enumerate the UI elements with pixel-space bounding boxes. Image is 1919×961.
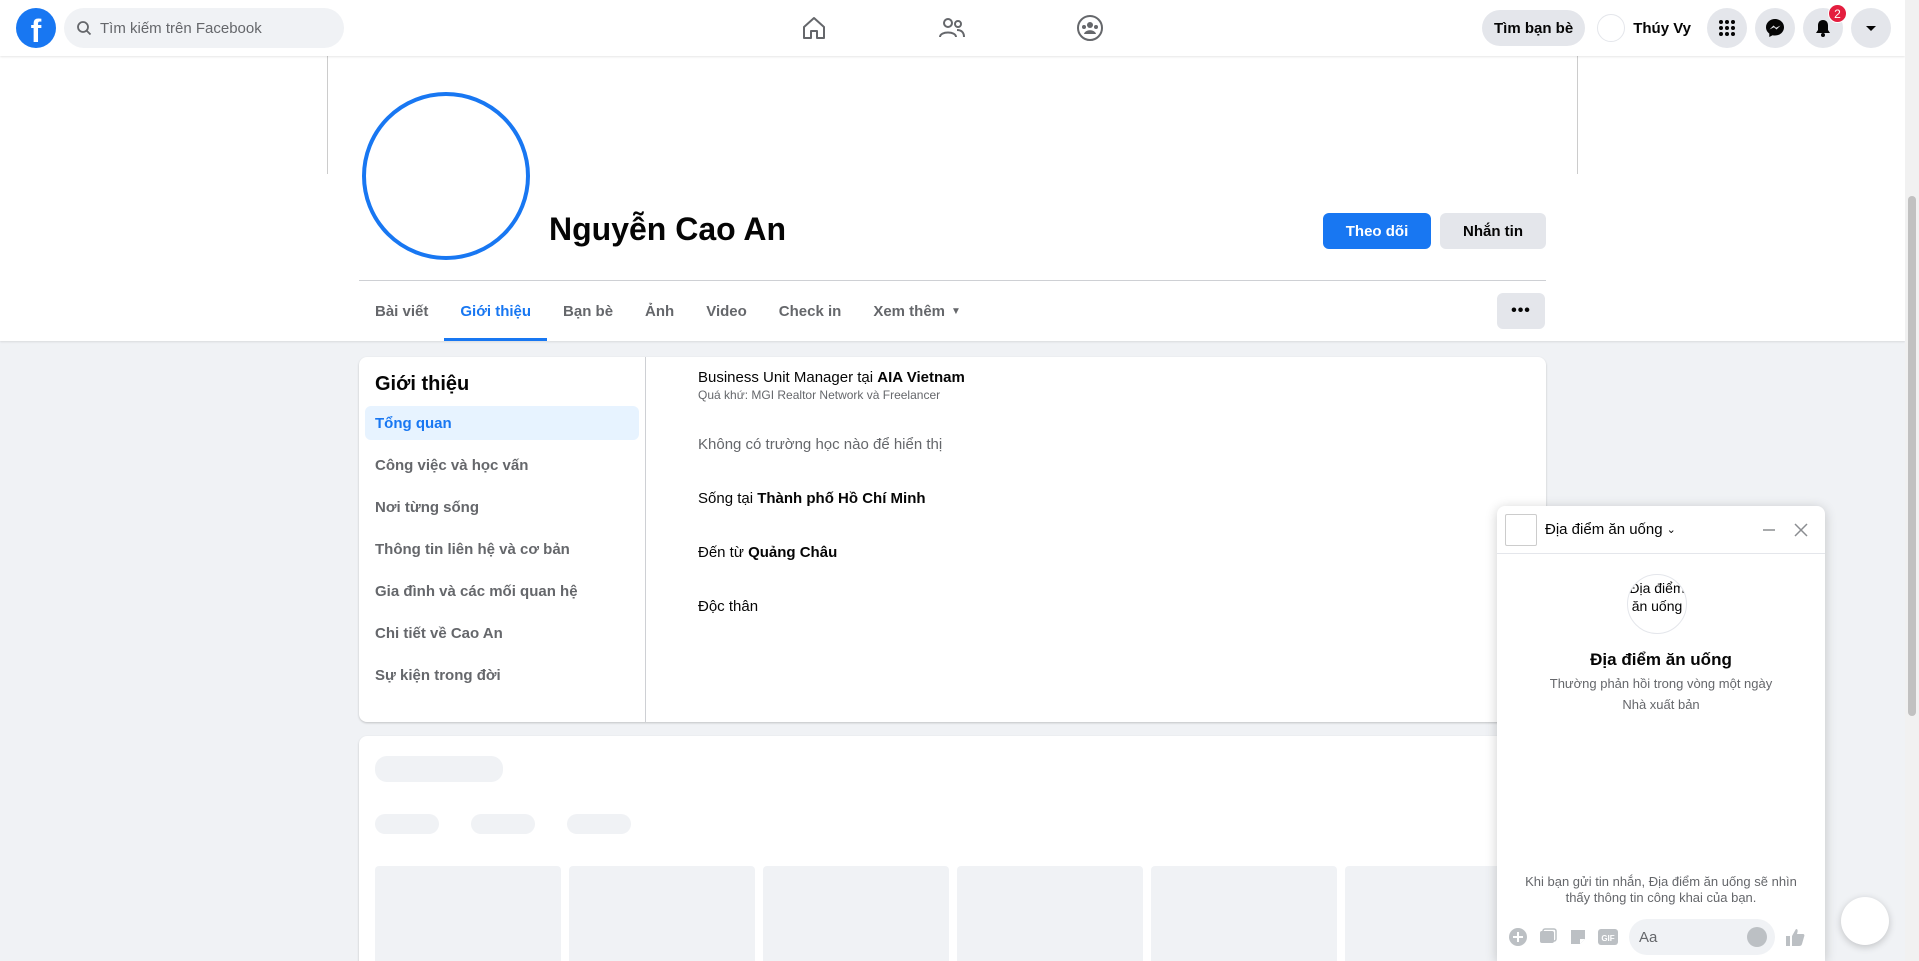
- avatar: [1597, 14, 1626, 42]
- caret-down-icon: ▼: [951, 305, 961, 317]
- close-icon[interactable]: [1787, 516, 1815, 544]
- skeleton-tile: [957, 866, 1143, 961]
- home-icon[interactable]: [794, 8, 834, 48]
- lives-in-info: Sống tại Thành phố Hồ Chí Minh: [698, 490, 926, 507]
- chat-page-name: Địa điểm ăn uống: [1590, 650, 1732, 669]
- photo-icon[interactable]: [1536, 925, 1560, 949]
- chat-page-avatar[interactable]: Địa điểm ăn uống: [1627, 574, 1687, 634]
- scrollbar-thumb[interactable]: [1908, 196, 1916, 716]
- tab-about[interactable]: Giới thiệu: [444, 281, 547, 341]
- tab-posts[interactable]: Bài viết: [359, 281, 444, 341]
- tab-label: Xem thêm: [873, 302, 946, 320]
- chat-body: Địa điểm ăn uống Địa điểm ăn uống Thường…: [1497, 554, 1825, 914]
- gif-icon[interactable]: GIF: [1596, 925, 1620, 949]
- from-city-link[interactable]: Quảng Châu: [748, 544, 837, 561]
- chevron-down-icon: ⌄: [1666, 524, 1676, 536]
- chat-privacy-notice: Khi bạn gửi tin nhắn, Địa điểm ăn uống s…: [1525, 874, 1797, 905]
- skeleton-tab: [567, 814, 631, 834]
- about-menu-places-lived[interactable]: Nơi từng sống: [365, 490, 639, 524]
- friends-icon[interactable]: [932, 8, 972, 48]
- no-school-text: Không có trường học nào để hiển thị: [698, 436, 943, 453]
- thumbs-up-icon[interactable]: [1783, 925, 1807, 949]
- chat-window: Địa điểm ăn uống ⌄ Địa điểm ăn uống Địa …: [1497, 506, 1825, 961]
- about-menu-family[interactable]: Gia đình và các mối quan hệ: [365, 574, 639, 608]
- lives-city-link[interactable]: Thành phố Hồ Chí Minh: [757, 490, 925, 507]
- tab-label: Giới thiệu: [460, 302, 532, 320]
- about-menu-life-events[interactable]: Sự kiện trong đời: [365, 658, 639, 692]
- tab-photos[interactable]: Ảnh: [629, 281, 690, 341]
- emoji-icon[interactable]: [1747, 927, 1767, 947]
- search-input[interactable]: [100, 19, 330, 37]
- from-prefix: Đến từ: [698, 544, 749, 561]
- follow-button[interactable]: Theo dõi: [1323, 213, 1431, 249]
- tab-checkins[interactable]: Check in: [763, 281, 858, 341]
- groups-icon[interactable]: [1070, 8, 1110, 48]
- chat-page-thumbnail: [1505, 513, 1537, 546]
- work-info: Business Unit Manager tại AIA Vietnam: [698, 369, 965, 386]
- gif-label: GIF: [1601, 934, 1614, 943]
- about-content: Business Unit Manager tại AIA Vietnam Qu…: [646, 357, 1546, 722]
- notification-count-badge: 2: [1828, 4, 1847, 23]
- tab-videos[interactable]: Video: [690, 281, 763, 341]
- message-input[interactable]: [1639, 928, 1739, 946]
- skeleton-tile: [375, 866, 561, 961]
- profile-name: Nguyễn Cao An: [549, 211, 787, 247]
- sticker-icon[interactable]: [1566, 925, 1590, 949]
- top-navigation-bar: f Tìm bạn bè Thúy Vy 2: [0, 0, 1905, 56]
- work-prefix: Business Unit Manager tại: [698, 369, 878, 386]
- work-past: Quá khứ: MGI Realtor Network và Freelanc…: [698, 388, 941, 402]
- find-friends-button[interactable]: Tìm bạn bè: [1482, 10, 1586, 46]
- more-options-button[interactable]: •••: [1497, 293, 1545, 329]
- notifications-bell-icon[interactable]: 2: [1803, 4, 1847, 48]
- tab-label: Check in: [778, 302, 842, 320]
- about-menu-work-education[interactable]: Công việc và học vấn: [365, 448, 639, 482]
- chat-response-time: Thường phản hồi trong vòng một ngày: [1549, 676, 1773, 691]
- skeleton-tab: [471, 814, 535, 834]
- work-company-link[interactable]: AIA Vietnam: [877, 369, 965, 386]
- tab-label: Bạn bè: [563, 302, 614, 320]
- lives-prefix: Sống tại: [698, 490, 758, 507]
- about-menu-overview[interactable]: Tổng quan: [365, 406, 639, 440]
- menu-grid-icon[interactable]: [1707, 8, 1747, 48]
- minimize-chat-icon[interactable]: [1755, 516, 1783, 544]
- page-scrollbar[interactable]: [1905, 0, 1919, 961]
- add-plus-icon[interactable]: [1506, 925, 1530, 949]
- skeleton-title: [375, 756, 503, 782]
- relationship-info: Độc thân: [698, 598, 759, 615]
- skeleton-tile: [1151, 866, 1337, 961]
- tab-label: Video: [706, 302, 747, 320]
- message-input-wrapper[interactable]: [1629, 919, 1775, 955]
- profile-avatar[interactable]: [362, 92, 530, 260]
- messenger-icon[interactable]: [1755, 8, 1795, 48]
- skeleton-tab: [375, 814, 439, 834]
- profile-header: Nguyễn Cao An Theo dõi Nhắn tin Bài viết…: [0, 56, 1905, 341]
- user-profile-link[interactable]: Thúy Vy: [1593, 10, 1699, 46]
- account-menu-chevron-down-icon[interactable]: [1851, 8, 1891, 48]
- tab-label: Ảnh: [645, 302, 675, 320]
- chat-composer: GIF: [1497, 913, 1825, 961]
- chat-title[interactable]: Địa điểm ăn uống: [1545, 521, 1663, 538]
- message-button[interactable]: Nhắn tin: [1440, 213, 1546, 249]
- about-card: Giới thiệu Tổng quan Công việc và học vấ…: [359, 357, 1546, 722]
- new-message-button[interactable]: [1841, 897, 1889, 945]
- loading-placeholder-card: [359, 736, 1546, 961]
- profile-tabs: Bài viết Giới thiệu Bạn bè Ảnh Video Che…: [359, 281, 977, 341]
- about-menu-contact-info[interactable]: Thông tin liên hệ và cơ bản: [365, 532, 639, 566]
- skeleton-tile: [763, 866, 949, 961]
- about-heading: Giới thiệu: [375, 373, 470, 395]
- tab-see-more[interactable]: Xem thêm ▼: [857, 281, 977, 341]
- hometown-info: Đến từ Quảng Châu: [698, 544, 837, 561]
- tab-label: Bài viết: [375, 302, 429, 320]
- user-name: Thúy Vy: [1633, 19, 1691, 37]
- about-menu: Giới thiệu Tổng quan Công việc và học vấ…: [359, 357, 646, 722]
- tab-friends[interactable]: Bạn bè: [547, 281, 629, 341]
- chat-header[interactable]: Địa điểm ăn uống ⌄: [1497, 506, 1825, 554]
- search-icon: [77, 21, 92, 36]
- search-box[interactable]: [64, 8, 344, 48]
- facebook-logo-icon[interactable]: f: [16, 8, 56, 48]
- skeleton-tile: [569, 866, 755, 961]
- chat-page-category: Nhà xuất bản: [1622, 697, 1700, 712]
- about-menu-details[interactable]: Chi tiết về Cao An: [365, 616, 639, 650]
